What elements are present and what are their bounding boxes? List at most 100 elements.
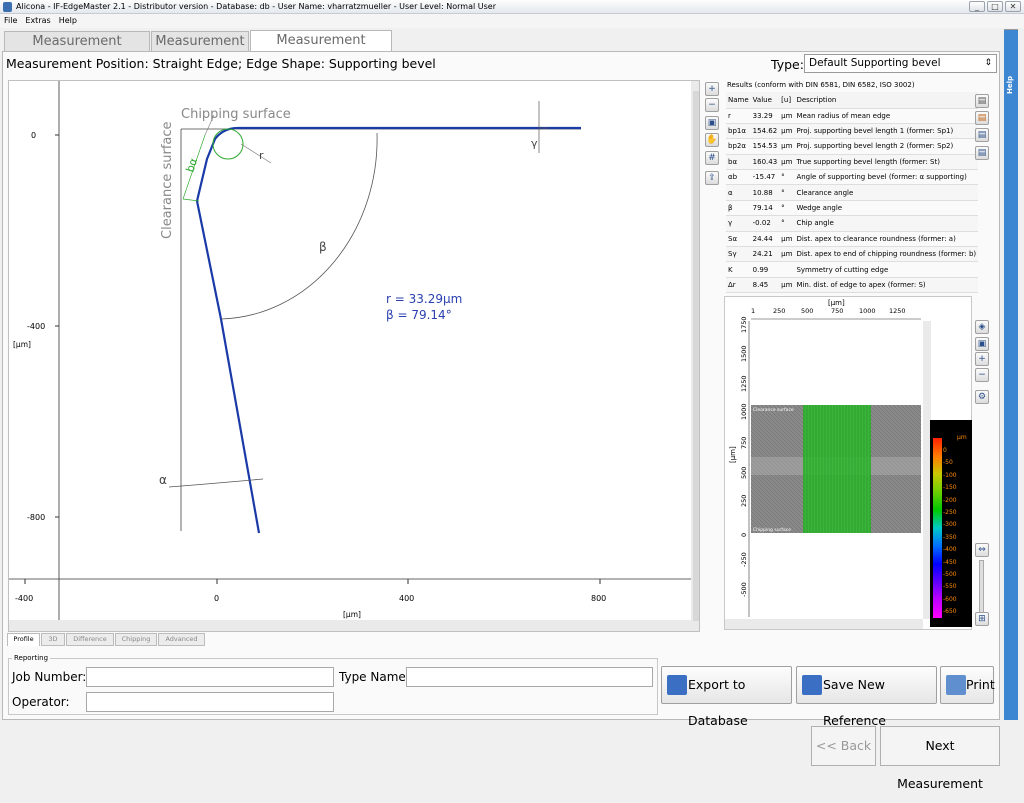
- export-icon[interactable]: ⇪: [705, 171, 719, 185]
- header-value: Value: [750, 92, 780, 109]
- minimize-button[interactable]: _: [969, 1, 985, 12]
- menu-help[interactable]: Help: [55, 14, 81, 28]
- info-beta: β = 79.14°: [386, 308, 452, 322]
- result-value: 160.43: [750, 154, 780, 171]
- tab-difference[interactable]: Difference: [66, 633, 114, 646]
- result-name: β: [726, 200, 751, 217]
- image-x-tick: 250: [773, 307, 785, 315]
- image-y-tick: 1000: [740, 403, 748, 420]
- result-value: 154.53: [750, 138, 780, 155]
- result-unit: °: [779, 184, 795, 201]
- result-row[interactable]: bα 160.43 μm True supporting bevel length (…: [726, 154, 979, 171]
- result-row[interactable]: bp1α 154.62 μm Proj. supporting bevel lengt…: [726, 123, 979, 140]
- colorbar-slider[interactable]: [979, 560, 984, 616]
- result-value: 10.88: [750, 184, 780, 201]
- printer-icon: [946, 675, 966, 695]
- result-name: Sα: [726, 231, 751, 248]
- save-new-reference-button[interactable]: Save New Reference: [796, 666, 937, 728]
- result-value: 0.99: [750, 261, 780, 278]
- result-row[interactable]: Δr 8.45 μm Min. dist. of edge to apex (form…: [726, 277, 979, 294]
- alpha-label: α: [159, 473, 167, 487]
- edge-profile-line: [195, 126, 581, 534]
- image-settings-icon[interactable]: ⚙: [975, 390, 989, 404]
- help-label: Help: [1006, 76, 1014, 95]
- copy-table-icon[interactable]: ▤: [975, 128, 989, 142]
- image-fit-icon[interactable]: ▣: [975, 337, 989, 351]
- menu-bar: File Extras Help: [0, 14, 1024, 28]
- zoom-in-icon[interactable]: +: [705, 82, 719, 96]
- zoom-out-icon[interactable]: −: [705, 98, 719, 112]
- gamma-label: γ: [531, 137, 538, 150]
- result-row[interactable]: γ -0.02 ° Chip angle: [726, 215, 979, 232]
- back-button[interactable]: << Back: [811, 726, 876, 766]
- result-row[interactable]: bp2α 154.53 μm Proj. supporting bevel lengt…: [726, 138, 979, 155]
- result-description: Proj. supporting bevel length 2 (former:…: [794, 138, 979, 155]
- horizontal-scrollbar[interactable]: [9, 620, 691, 632]
- colorbar-reset-icon[interactable]: ⊞: [975, 612, 989, 626]
- job-number-label: Job Number:: [12, 670, 87, 684]
- result-name: α: [726, 184, 751, 201]
- result-row[interactable]: Sα 24.44 μm Dist. apex to clearance roundne…: [726, 231, 979, 248]
- image-x-unit: [μm]: [828, 299, 845, 307]
- image-3d-icon[interactable]: ◈: [975, 320, 989, 334]
- export-table-icon[interactable]: ▤: [975, 111, 989, 125]
- result-value: 154.62: [750, 123, 780, 140]
- x-tick-label: 0: [214, 594, 219, 603]
- results-table: Name Value [u] Description r 33.29 μm Mean …: [726, 92, 979, 294]
- export-to-database-button[interactable]: Export to Database: [661, 666, 792, 728]
- image-y-tick: 500: [740, 467, 748, 479]
- result-row[interactable]: Sγ 24.21 μm Dist. apex to end of chipping r…: [726, 246, 979, 263]
- tab-advanced[interactable]: Advanced: [158, 633, 205, 646]
- next-measurement-button[interactable]: Next Measurement: [880, 726, 1000, 791]
- tab-measurement[interactable]: Measurement: [151, 31, 249, 52]
- result-value: 33.29: [750, 108, 780, 124]
- maximize-button[interactable]: □: [987, 1, 1003, 12]
- result-row[interactable]: r 33.29 μm Mean radius of mean edge: [726, 108, 979, 124]
- colorbar-fit-icon[interactable]: ⇔: [975, 543, 989, 557]
- result-value: -15.47: [750, 169, 780, 186]
- result-row[interactable]: β 79.14 ° Wedge angle: [726, 200, 979, 217]
- grid-icon[interactable]: #: [705, 151, 719, 165]
- result-name: αb: [726, 169, 751, 186]
- print-table-icon[interactable]: ▤: [975, 146, 989, 160]
- print-button[interactable]: Print: [940, 666, 995, 704]
- menu-extras[interactable]: Extras: [21, 14, 54, 28]
- tab-3d[interactable]: 3D: [41, 633, 65, 646]
- measurement-position: Measurement Position: Straight Edge; Edg…: [6, 56, 436, 71]
- tab-measurement-results[interactable]: Measurement Results: [250, 30, 392, 68]
- pan-icon[interactable]: ✋: [705, 133, 719, 147]
- x-tick-label: 400: [399, 594, 414, 603]
- image-y-tick: 0: [740, 533, 748, 537]
- close-button[interactable]: ✕: [1005, 1, 1021, 12]
- result-value: 8.45: [750, 277, 780, 294]
- tab-profile[interactable]: Profile: [7, 633, 40, 646]
- tab-chipping[interactable]: Chipping: [115, 633, 157, 646]
- clearance-surface-label: Clearance surface: [160, 121, 175, 239]
- menu-file[interactable]: File: [0, 14, 21, 28]
- type-name-input[interactable]: [406, 667, 653, 687]
- operator-input[interactable]: [86, 692, 334, 712]
- type-label: Type:: [771, 57, 804, 72]
- colorbar-label: -350: [943, 533, 957, 541]
- image-zoom-out-icon[interactable]: −: [975, 368, 989, 382]
- help-sidebar[interactable]: Help: [1004, 30, 1018, 720]
- colorbar-label: -100: [943, 471, 957, 479]
- reporting-title: Reporting: [12, 654, 51, 662]
- image-h-scrollbar[interactable]: [725, 619, 923, 629]
- job-number-input[interactable]: [86, 667, 334, 687]
- result-description: True supporting bevel length (former: St…: [794, 154, 979, 171]
- profile-plot[interactable]: 0 -400 -800 [μm] -400 0 400 800 [μm] Chi…: [8, 80, 700, 632]
- result-row[interactable]: α 10.88 ° Clearance angle: [726, 184, 979, 201]
- image-zoom-in-icon[interactable]: +: [975, 352, 989, 366]
- result-row[interactable]: αb -15.47 ° Angle of supporting bevel (form…: [726, 169, 979, 186]
- result-unit: μm: [779, 123, 795, 140]
- vertical-scroll-thumb[interactable]: [693, 91, 700, 621]
- tab-measurement-settings[interactable]: Measurement Settings: [4, 31, 150, 69]
- result-row[interactable]: K 0.99 Symmetry of cutting edge: [726, 261, 979, 278]
- type-select[interactable]: Default Supporting bevel ⇕: [804, 54, 997, 73]
- result-name: r: [726, 108, 751, 124]
- fit-icon[interactable]: ▣: [705, 116, 719, 130]
- result-description: Dist. apex to clearance roundness (forme…: [794, 231, 979, 248]
- save-table-icon[interactable]: ▤: [975, 94, 989, 108]
- result-name: Sγ: [726, 246, 751, 263]
